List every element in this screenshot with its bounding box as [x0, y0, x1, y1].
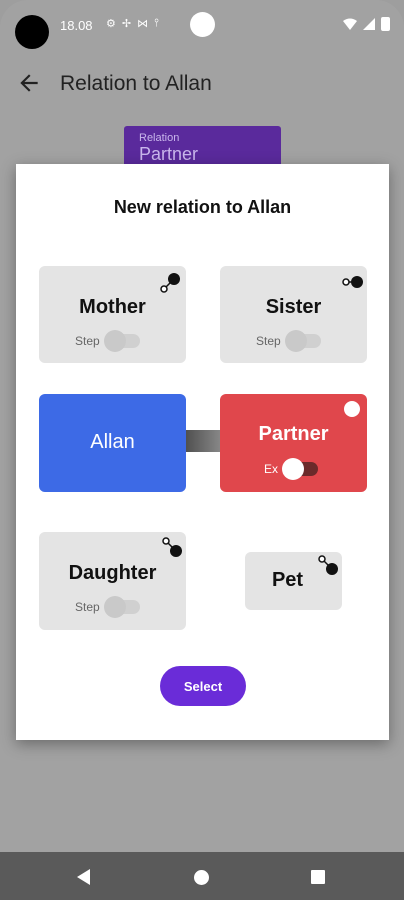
dialog-title: New relation to Allan	[113, 197, 292, 217]
system-nav-bar	[0, 852, 404, 900]
card-allan-label: Allan	[90, 431, 135, 453]
system-icons	[343, 17, 390, 31]
back-arrow-icon[interactable]	[16, 70, 42, 96]
card-daughter[interactable]: Daughter Step	[39, 532, 186, 630]
ex-label: Ex	[264, 462, 279, 476]
notification-dot	[190, 12, 215, 37]
page-title: Relation to Allan	[60, 72, 212, 95]
select-button[interactable]: Select	[160, 666, 246, 706]
card-daughter-label: Daughter	[68, 562, 157, 584]
card-mother[interactable]: Mother Step	[39, 266, 186, 363]
card-mother-label: Mother	[79, 296, 146, 318]
step-label: Step	[256, 334, 281, 348]
card-partner[interactable]: Partner Ex	[220, 394, 367, 492]
card-sister-label: Sister	[265, 296, 322, 318]
connector-line	[184, 430, 222, 452]
card-sister[interactable]: Sister Step	[220, 266, 367, 363]
status-bar: 18.08 ⚙ ✢ ⋈ ⫯	[0, 0, 404, 52]
gear-icon: ⚙	[106, 18, 116, 30]
link-node-icon	[342, 276, 363, 288]
app-bar: Relation to Allan	[0, 60, 404, 108]
card-pet-label: Pet	[271, 569, 304, 591]
status-time: 18.08	[60, 18, 93, 33]
step-label: Step	[75, 334, 100, 348]
step-toggle[interactable]	[103, 596, 140, 618]
notification-icons: ⚙ ✢ ⋈ ⫯	[106, 17, 159, 30]
relation-dialog: New relation to Allan Mother Step Sister…	[16, 164, 389, 740]
usb-icon: ⫯	[154, 17, 159, 29]
link-node-icon	[160, 273, 180, 293]
card-partner-label: Partner	[258, 423, 329, 445]
card-pet[interactable]: Pet	[245, 552, 342, 610]
signal-icon	[363, 18, 375, 30]
relation-value: Partner	[139, 144, 199, 164]
battery-icon	[381, 17, 390, 31]
card-allan[interactable]: Allan	[39, 394, 186, 492]
nav-home-icon[interactable]	[194, 870, 209, 885]
selected-indicator-icon	[344, 401, 360, 417]
camera-cutout	[15, 15, 49, 49]
step-toggle[interactable]	[103, 330, 140, 352]
wifi-icon	[343, 18, 357, 30]
nav-back-icon[interactable]	[77, 869, 90, 885]
relation-caption: Relation	[139, 132, 180, 144]
step-label: Step	[75, 600, 100, 614]
phone-screen: 18.08 ⚙ ✢ ⋈ ⫯ Relation to Allan Relation…	[0, 0, 404, 900]
link-node-icon	[162, 537, 182, 557]
nav-recents-icon[interactable]	[311, 870, 325, 884]
cast-icon: ⋈	[137, 18, 149, 30]
ex-toggle[interactable]	[282, 458, 319, 480]
fan-icon: ✢	[121, 18, 132, 30]
step-toggle[interactable]	[284, 330, 321, 352]
